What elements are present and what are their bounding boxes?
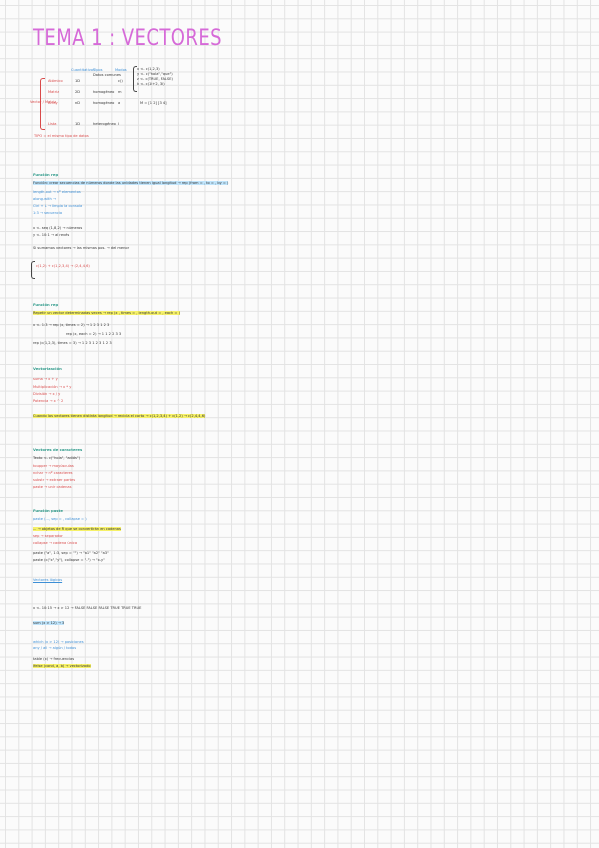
row-label: Array <box>48 101 58 105</box>
row-mode: a <box>118 101 121 105</box>
section-title: Vectorización <box>33 366 62 371</box>
section-line: Cuando los vectores tienen distinta long… <box>33 414 206 418</box>
section-line: ifelse (cond, a, b) → vectorizado <box>33 664 91 668</box>
section-line-text: ... → objetos de R que se convertirán en… <box>33 527 121 531</box>
example-line: x <- c(1,2,3) <box>137 67 160 71</box>
col-header-modos: Modos <box>115 68 127 72</box>
row-dim: 1D <box>75 122 81 126</box>
row-mode: l <box>118 122 119 126</box>
row-mode: m <box>118 90 122 94</box>
section-title: Vectores lógicos <box>33 578 63 582</box>
section-line: toupper → mayúsculas <box>33 464 74 468</box>
section-line: paste (c("x","y"), collapse = "-") → "x-… <box>33 558 105 562</box>
section-line: sum (x > 12) → 3 <box>33 621 65 625</box>
section-line: length.out → nº elementos <box>33 190 81 194</box>
example-line: z <- c(TRUE, FALSE) <box>137 77 173 81</box>
section-line-text: Función: crear secuencias de números don… <box>33 181 229 185</box>
section-line-text: Cuando los vectores tienen distinta long… <box>33 414 206 418</box>
section-line: Función: crear secuencias de números don… <box>33 181 229 185</box>
row-kind: homogéneo <box>93 90 115 94</box>
section-title: Función paste <box>33 508 63 513</box>
section-line: sep → separador <box>33 534 63 538</box>
bottom-note: TIPO = el mismo tipo de datos <box>34 134 89 138</box>
section-line: 1:3 → secuencia <box>33 211 63 215</box>
section-line: Si sumamos vectores → las mismas pos. → … <box>33 246 130 250</box>
example-line: k <- c(1i+2, 3i) <box>137 82 165 86</box>
section-line: x <- seq (1,8,2) → números <box>33 226 83 230</box>
section-line: Repetir un vector determinadas veces → r… <box>33 311 180 315</box>
row-label: Atómico <box>48 79 63 83</box>
section-line: x <- 1:3 → rep (x, times = 2) → 1 2 3 1 … <box>33 323 110 327</box>
section-line: División → x / y <box>33 392 61 396</box>
section-line: x <- 10:15 → x > 12 → FALSE FALSE FALSE … <box>33 606 142 610</box>
section-line: c(1,2) + c(1,2,3,4) → (2,4,4,6) <box>36 264 90 268</box>
section-line: which (x > 12) → posiciones <box>33 640 84 644</box>
section-line: any / all → algún / todos <box>33 646 77 650</box>
section-line: ... → objetos de R que se convertirán en… <box>33 527 121 531</box>
section-title: Vectores de caracteres <box>33 447 83 452</box>
row-label: Matriz <box>48 90 60 94</box>
section-title: Función rep <box>33 172 59 177</box>
section-line: table (x) → frecuencias <box>33 657 75 661</box>
example-line: y <- c("hola","que") <box>137 72 173 76</box>
section-line: along.with → <box>33 197 56 201</box>
section-line: substr → extraer partes <box>33 478 76 482</box>
row-kind: heterogéneo <box>93 122 116 126</box>
row-label: Lista <box>48 122 57 126</box>
section-line: y <- 10:1 → al revés <box>33 233 70 237</box>
section-title: Función rep <box>33 302 59 307</box>
col-header-tipos: Tipos <box>93 68 103 72</box>
section-line: paste (..., sep = , collapse = ) <box>33 517 87 521</box>
section-line: rep (c(1,2,3), times = 3) → 1 2 3 1 2 3 … <box>33 341 112 345</box>
row-dim: 2D <box>75 90 81 94</box>
section-line: Multiplicación → x * y <box>33 385 72 389</box>
section-line-text: Repetir un vector determinadas veces → r… <box>33 311 180 315</box>
section-line: paste ("a", 1:3, sep = "") → "a1" "a2" "… <box>33 551 109 555</box>
section-line: Texto <- c("hola", "adiós") <box>33 456 80 460</box>
section-line: rep (x, each = 2) → 1 1 2 2 3 3 <box>66 332 122 336</box>
section-line: nchar → nº caracteres <box>33 471 73 475</box>
section-line: collapse → cadena única <box>33 541 78 545</box>
section-line: paste → unir cadenas <box>33 485 72 489</box>
row-dim: nD <box>75 101 81 105</box>
section-line: Potencia → x ^ 2 <box>33 399 64 403</box>
section-line-text: ifelse (cond, a, b) → vectorizado <box>33 664 91 668</box>
row-dim: 1D <box>75 79 81 83</box>
row-mode: c() <box>118 79 123 83</box>
row-kind: Datos comunes <box>93 73 121 77</box>
matrix-note: M = [1 2] [3 4] <box>140 101 167 105</box>
section-line-text: sum (x > 12) → 3 <box>33 621 65 625</box>
page-title: TEMA 1 : VECTORES <box>33 26 222 51</box>
row-kind: homogéneo <box>93 101 115 105</box>
col-header-cuantitativos: Cuantitativos <box>71 68 95 72</box>
section-line: Ctrl + L → limpia la consola <box>33 204 83 208</box>
section-line: suma → x + y <box>33 377 58 381</box>
